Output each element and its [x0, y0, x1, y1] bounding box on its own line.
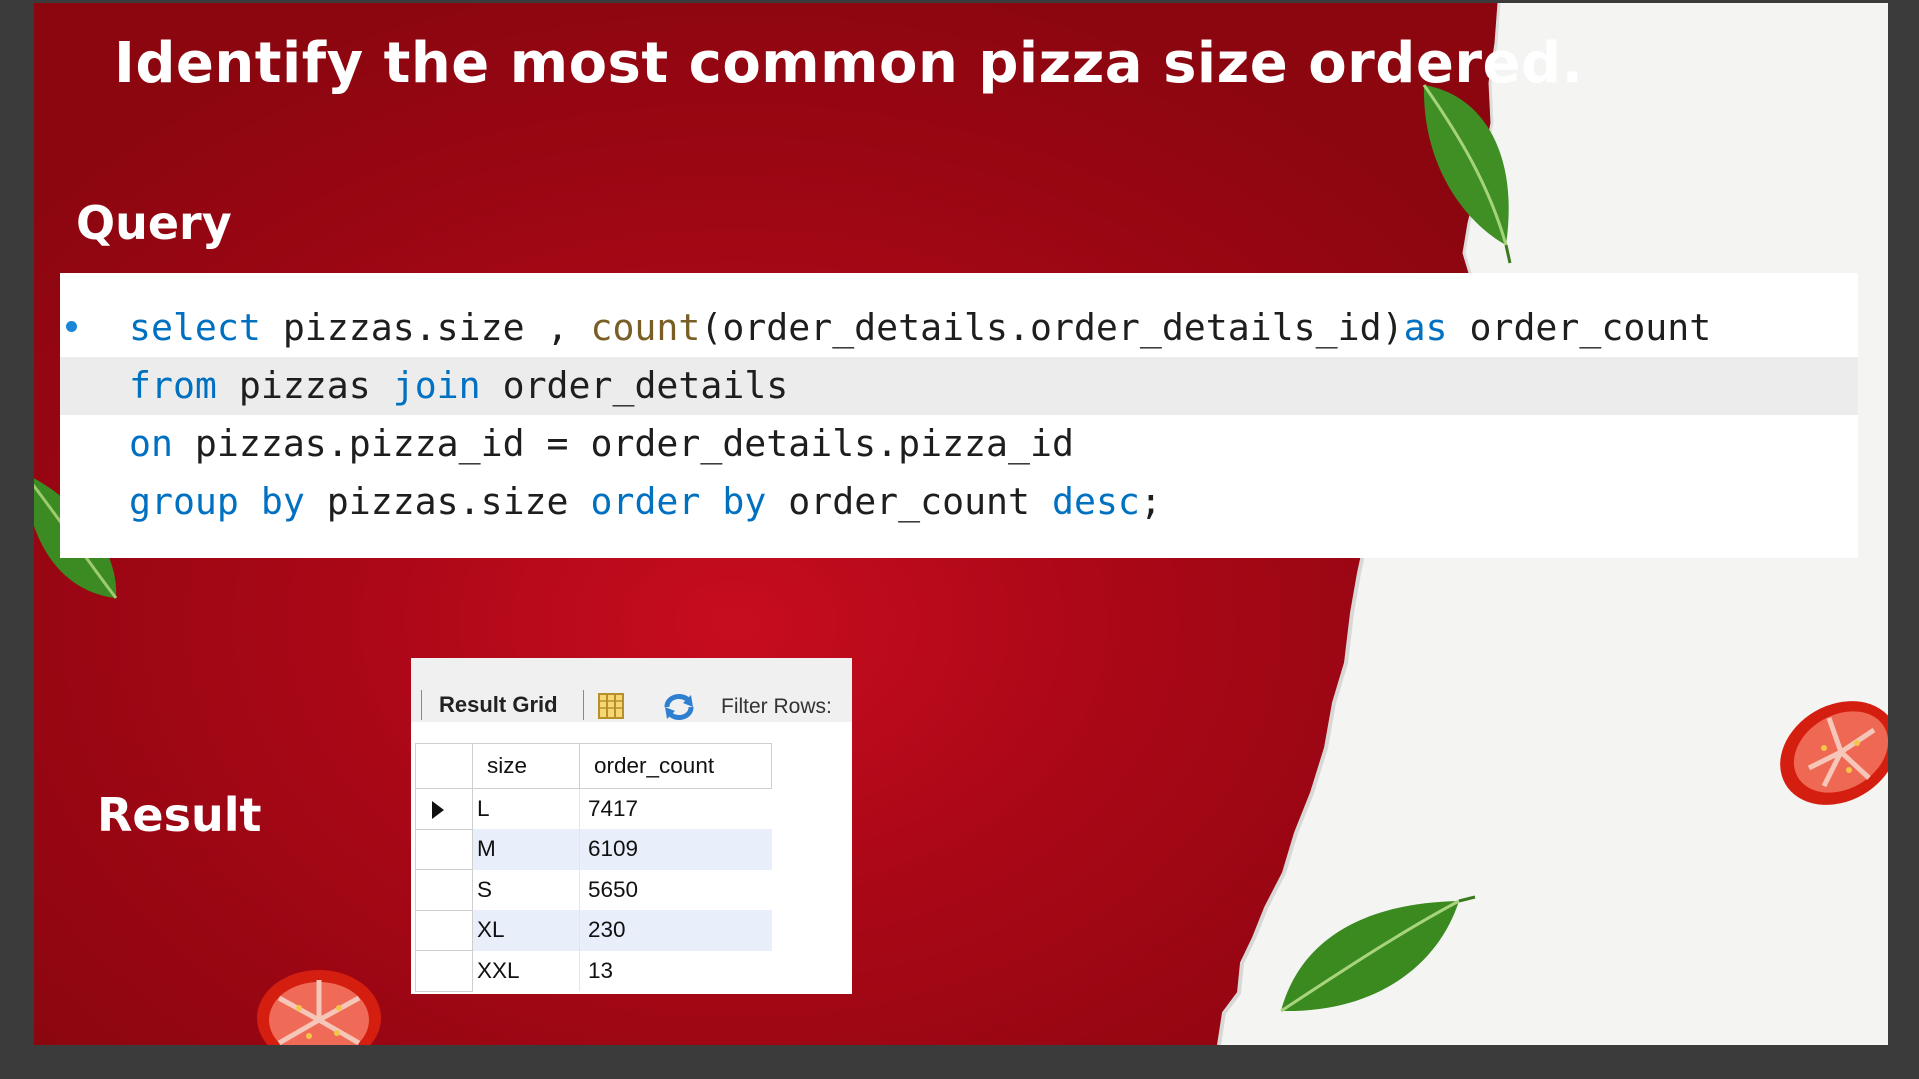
sql-keyword: join [392, 364, 481, 407]
code-line: on pizzas.pizza_id = order_details.pizza… [60, 415, 1858, 473]
cell-size[interactable]: S [472, 869, 580, 910]
row-header[interactable] [415, 909, 473, 951]
code-line: group by pizzas.size order by order_coun… [60, 473, 1858, 531]
query-label: Query [76, 196, 232, 250]
sql-text: pizzas.pizza_id = order_details.pizza_id [172, 422, 1074, 465]
filter-rows-label: Filter Rows: [721, 695, 832, 718]
row-header[interactable] [415, 828, 473, 870]
sql-keyword: group by [129, 480, 305, 523]
sql-function: count [590, 306, 701, 349]
row-pointer-icon [432, 801, 444, 819]
cell-order-count[interactable]: 7417 [580, 789, 772, 830]
cell-order-count[interactable]: 230 [579, 910, 772, 951]
result-grid-toolbar: Result Grid Filter Rows: [411, 658, 852, 722]
code-line: from pizzas join order_details [60, 357, 1858, 415]
sql-keyword: on [129, 422, 173, 465]
sql-text: pizzas [216, 364, 393, 407]
sql-text: (order_details.order_details_id) [700, 306, 1404, 349]
row-header[interactable] [415, 788, 473, 830]
sql-keyword: order by [590, 480, 767, 523]
result-grid-panel: Result Grid Filter Rows: size order_coun… [411, 658, 852, 994]
refresh-icon[interactable] [661, 693, 697, 721]
cell-order-count[interactable]: 5650 [580, 870, 772, 911]
table-row[interactable]: S 5650 [415, 869, 772, 911]
sql-text: ; [1139, 480, 1162, 523]
table-row[interactable]: XL 230 [415, 909, 772, 951]
cell-size[interactable]: XL [472, 910, 580, 951]
columns-icon[interactable] [597, 692, 625, 720]
row-header-corner [415, 743, 473, 789]
row-header[interactable] [415, 869, 473, 911]
sql-keyword: as [1403, 306, 1448, 349]
basil-leaf-icon [1280, 895, 1476, 1013]
table-row[interactable]: XXL 13 [415, 950, 772, 992]
sql-text: pizzas.size [304, 480, 591, 523]
sql-text: order_count [1447, 306, 1712, 349]
toolbar-separator [421, 690, 422, 720]
sql-keyword: select [129, 306, 261, 349]
table-row[interactable]: L 7417 [415, 788, 772, 830]
execution-bullet-icon [66, 321, 77, 332]
table-row[interactable]: M 6109 [415, 828, 772, 870]
code-line: select pizzas.size , count(order_details… [60, 299, 1858, 357]
sql-keyword: desc [1052, 480, 1140, 523]
tomato-slice-icon [1780, 701, 1888, 805]
result-grid-tab[interactable]: Result Grid [439, 692, 558, 718]
basil-leaf-icon [1422, 84, 1512, 264]
sql-keyword: from [129, 364, 217, 407]
column-header-order-count[interactable]: order_count [579, 743, 772, 789]
sql-text: order_details [480, 364, 789, 407]
cell-size[interactable]: L [472, 788, 580, 829]
sql-text: order_count [766, 480, 1052, 523]
sql-code-editor[interactable]: select pizzas.size , count(order_details… [60, 273, 1858, 558]
column-header-size[interactable]: size [472, 743, 580, 789]
result-label: Result [97, 788, 262, 842]
result-table: size order_count L 7417 M 6109 S 5650 XL… [415, 743, 772, 992]
sql-text: pizzas.size , [260, 306, 591, 349]
tomato-slice-icon [257, 970, 381, 1045]
cell-size[interactable]: M [472, 829, 580, 870]
toolbar-separator [583, 690, 584, 720]
cell-size[interactable]: XXL [472, 950, 580, 991]
table-header-row: size order_count [415, 743, 772, 789]
cell-order-count[interactable]: 13 [580, 951, 772, 992]
slide-title: Identify the most common pizza size orde… [114, 31, 1584, 96]
slide: Identify the most common pizza size orde… [34, 3, 1888, 1045]
row-header[interactable] [415, 950, 473, 992]
cell-order-count[interactable]: 6109 [579, 829, 772, 870]
